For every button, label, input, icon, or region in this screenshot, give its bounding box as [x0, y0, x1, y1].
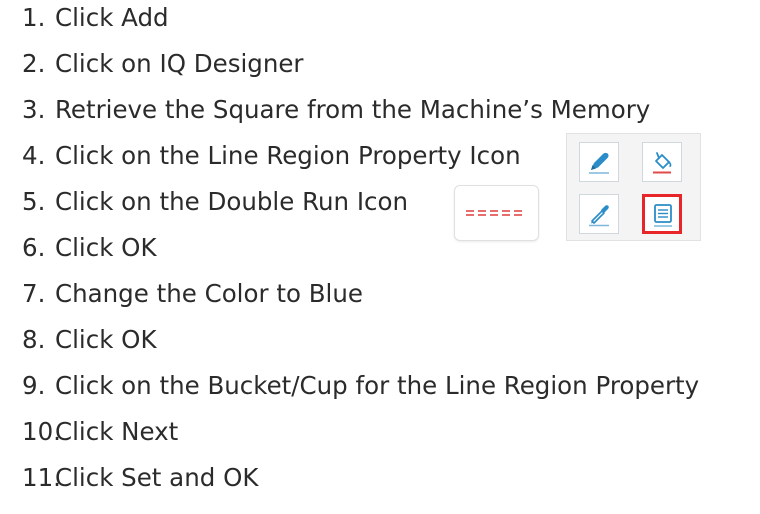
step-number: 5. [22, 187, 46, 216]
step-text: Click Set and OK [55, 463, 259, 492]
eyedropper-icon[interactable] [579, 194, 619, 234]
step-text: Click Add [55, 3, 169, 32]
line-region-property-icon-graphic [654, 204, 672, 227]
step-text: Click on the Double Run Icon [55, 187, 409, 216]
step-number: 4. [22, 141, 46, 170]
step-10: 10.Click Next [0, 409, 178, 455]
step-number: 6. [22, 233, 46, 262]
step-number: 3. [22, 95, 46, 124]
step-number: 10. [22, 417, 61, 446]
pen-icon-graphic [589, 152, 609, 174]
step-11: 11.Click Set and OK [0, 455, 258, 501]
step-3: 3. Retrieve the Square from the Machine’s… [0, 87, 650, 133]
step-text: Click on IQ Designer [55, 49, 304, 78]
step-number: 1. [22, 3, 46, 32]
step-8: 8. Click OK [0, 317, 157, 363]
step-number: 11. [22, 463, 61, 492]
step-text: Click OK [55, 233, 157, 262]
step-2: 2. Click on IQ Designer [0, 41, 304, 87]
step-1: 1. Click Add [0, 0, 169, 41]
step-5: 5. Click on the Double Run Icon [0, 179, 408, 225]
fill-bucket-icon-graphic [653, 152, 672, 174]
step-number: 7. [22, 279, 46, 308]
step-text: Click on the Line Region Property Icon [55, 141, 521, 170]
step-text: Click Next [55, 417, 179, 446]
step-text: Change the Color to Blue [55, 279, 363, 308]
eyedropper-icon-graphic [589, 205, 609, 227]
step-4: 4. Click on the Line Region Property Icon [0, 133, 521, 179]
step-7: 7. Change the Color to Blue [0, 271, 363, 317]
step-number: 9. [22, 371, 46, 400]
step-text: Click OK [55, 325, 157, 354]
step-text: Click on the Bucket/Cup for the Line Reg… [55, 371, 700, 400]
step-text: Retrieve the Square from the Machine’s M… [55, 95, 651, 124]
step-number: 8. [22, 325, 46, 354]
line-region-property-icon[interactable] [642, 194, 682, 234]
double-run-icon-graphic [466, 210, 522, 216]
instruction-list: 1. Click Add 2. Click on IQ Designer 3. Ret… [0, 0, 760, 514]
fill-bucket-icon[interactable] [642, 142, 682, 182]
step-9: 9. Click on the Bucket/Cup for the Line R… [0, 363, 699, 409]
step-6: 6. Click OK [0, 225, 157, 271]
pen-icon[interactable] [579, 142, 619, 182]
line-region-icon-panel [566, 133, 701, 241]
double-run-icon[interactable] [454, 185, 539, 241]
step-number: 2. [22, 49, 46, 78]
